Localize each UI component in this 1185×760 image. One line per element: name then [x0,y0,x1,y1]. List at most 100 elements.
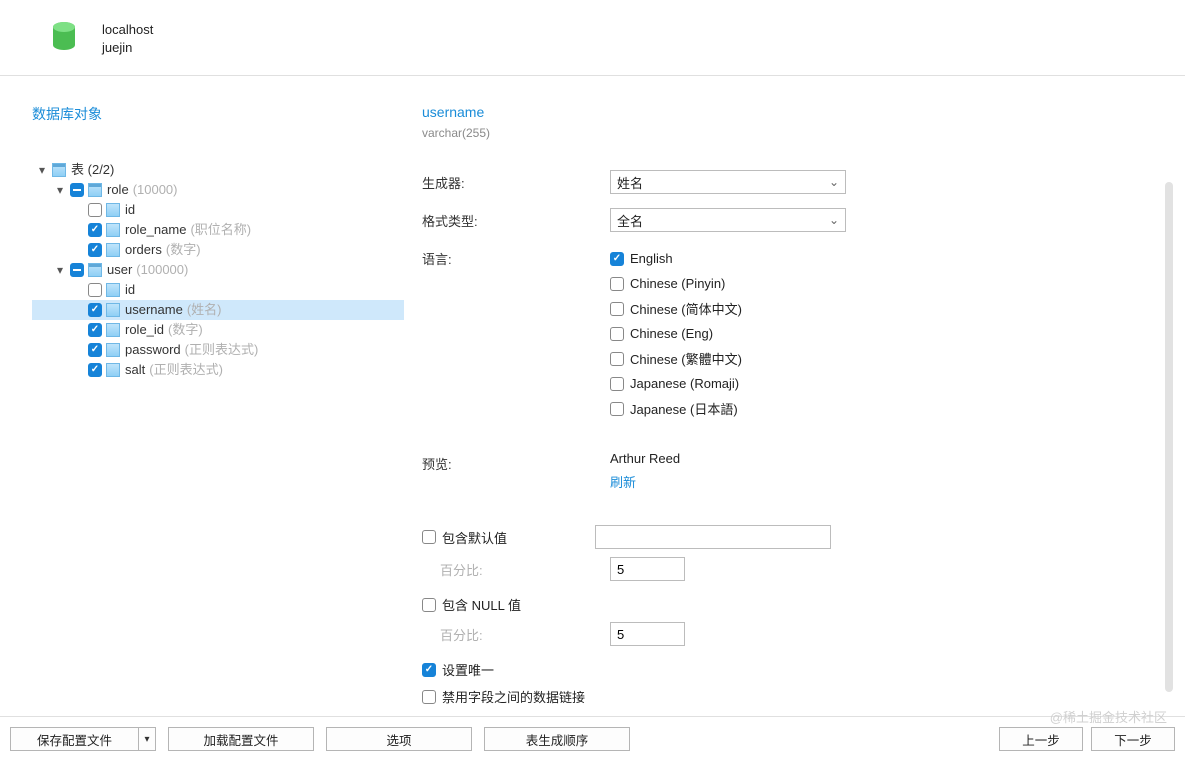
language-option[interactable]: Japanese (Romaji) [610,371,1149,396]
checkbox[interactable] [422,598,436,612]
checkbox[interactable] [88,283,102,297]
expand-icon[interactable] [54,184,66,196]
tree-count: (2/2) [88,160,115,180]
detail-panel: username varchar(255) 生成器: 姓名 ⌄ 格式类型: 全名… [404,76,1173,716]
checkbox[interactable] [422,530,436,544]
checkbox[interactable] [88,303,102,317]
tree-column[interactable]: password (正则表达式) [32,340,404,360]
column-icon [106,223,120,237]
tree-meta: (正则表达式) [149,360,223,380]
tree-meta: (10000) [133,180,178,200]
language-option[interactable]: Japanese (日本語) [610,396,1149,421]
option-label: 禁用字段之间的数据链接 [442,687,585,706]
expand-icon[interactable] [36,164,48,176]
option-label: 包含默认值 [442,528,507,547]
option-label: 设置唯一 [442,660,494,679]
tree-column[interactable]: role_name (职位名称) [32,220,404,240]
header: localhost juejin [0,0,1185,76]
language-option[interactable]: Chinese (Pinyin) [610,271,1149,296]
generator-combobox[interactable]: 姓名 ⌄ [610,170,846,194]
set-unique-option[interactable]: 设置唯一 [422,660,1149,679]
checkbox[interactable] [610,402,624,416]
language-item-label: Japanese (Romaji) [630,376,739,391]
checkbox[interactable] [610,352,624,366]
checkbox[interactable] [70,183,84,197]
expand-icon[interactable] [54,264,66,276]
tree-label: role_id [125,320,164,340]
default-percent-input[interactable] [610,557,685,581]
tree-label: role_name [125,220,186,240]
tree-column[interactable]: orders (数字) [32,240,404,260]
disable-link-option[interactable]: 禁用字段之间的数据链接 [422,687,1149,706]
checkbox[interactable] [88,223,102,237]
tree-label: username [125,300,183,320]
include-null-option[interactable]: 包含 NULL 值 [422,595,1149,614]
null-percent-input[interactable] [610,622,685,646]
column-icon [106,323,120,337]
footer: 保存配置文件 加载配置文件 选项 表生成顺序 上一步 下一步 [0,716,1185,760]
prev-button[interactable]: 上一步 [999,727,1083,751]
table-order-button[interactable]: 表生成顺序 [484,727,630,751]
checkbox[interactable] [88,243,102,257]
chevron-down-icon: ⌄ [829,175,839,189]
tree-table-role[interactable]: role (10000) [32,180,404,200]
tree-label: role [107,180,129,200]
tree-meta: (姓名) [187,300,222,320]
tree-table-user[interactable]: user (100000) [32,260,404,280]
checkbox[interactable] [88,203,102,217]
checkbox[interactable] [422,663,436,677]
checkbox[interactable] [610,302,624,316]
options-button[interactable]: 选项 [326,727,472,751]
language-list: English Chinese (Pinyin) Chinese (简体中文) … [610,246,1149,421]
language-option[interactable]: Chinese (简体中文) [610,296,1149,321]
column-icon [106,243,120,257]
tree-column[interactable]: role_id (数字) [32,320,404,340]
load-profile-button[interactable]: 加载配置文件 [168,727,314,751]
column-icon [106,203,120,217]
table-icon [88,183,102,197]
scrollbar[interactable] [1165,182,1173,692]
tree-tables-root[interactable]: 表 (2/2) [32,160,404,180]
default-value-input[interactable] [595,525,831,549]
save-profile-dropdown[interactable] [138,727,156,751]
tree-meta: (职位名称) [190,220,251,240]
checkbox[interactable] [610,327,624,341]
chevron-down-icon: ⌄ [829,213,839,227]
form: 生成器: 姓名 ⌄ 格式类型: 全名 ⌄ 语言: [422,170,1149,714]
column-title: username [422,104,484,120]
sidebar-title: 数据库对象 [32,104,102,124]
tree-column[interactable]: salt (正则表达式) [32,360,404,380]
column-icon [106,363,120,377]
database-name: juejin [102,40,132,55]
combo-value: 全名 [617,211,643,230]
refresh-link[interactable]: 刷新 [610,472,636,491]
checkbox[interactable] [422,690,436,704]
language-item-label: Chinese (Pinyin) [630,276,725,291]
checkbox[interactable] [610,377,624,391]
checkbox[interactable] [88,323,102,337]
tree-label: salt [125,360,145,380]
tree-label: user [107,260,132,280]
checkbox[interactable] [88,363,102,377]
column-icon [106,303,120,317]
checkbox[interactable] [70,263,84,277]
save-profile-button[interactable]: 保存配置文件 [10,727,138,751]
language-option[interactable]: Chinese (繁體中文) [610,346,1149,371]
language-item-label: Chinese (简体中文) [630,299,742,318]
format-combobox[interactable]: 全名 ⌄ [610,208,846,232]
format-label: 格式类型: [422,208,610,230]
combo-value: 姓名 [617,173,643,192]
checkbox[interactable] [610,252,624,266]
tree-column[interactable]: id [32,200,404,220]
tree-meta: (数字) [168,320,203,340]
column-type: varchar(255) [422,126,490,140]
language-option[interactable]: English [610,246,1149,271]
checkbox[interactable] [610,277,624,291]
next-button[interactable]: 下一步 [1091,727,1175,751]
include-default-option[interactable]: 包含默认值 [422,525,1149,549]
tree-column-selected[interactable]: username (姓名) [32,300,404,320]
language-item-label: Japanese (日本語) [630,399,738,418]
checkbox[interactable] [88,343,102,357]
language-option[interactable]: Chinese (Eng) [610,321,1149,346]
tree-column[interactable]: id [32,280,404,300]
